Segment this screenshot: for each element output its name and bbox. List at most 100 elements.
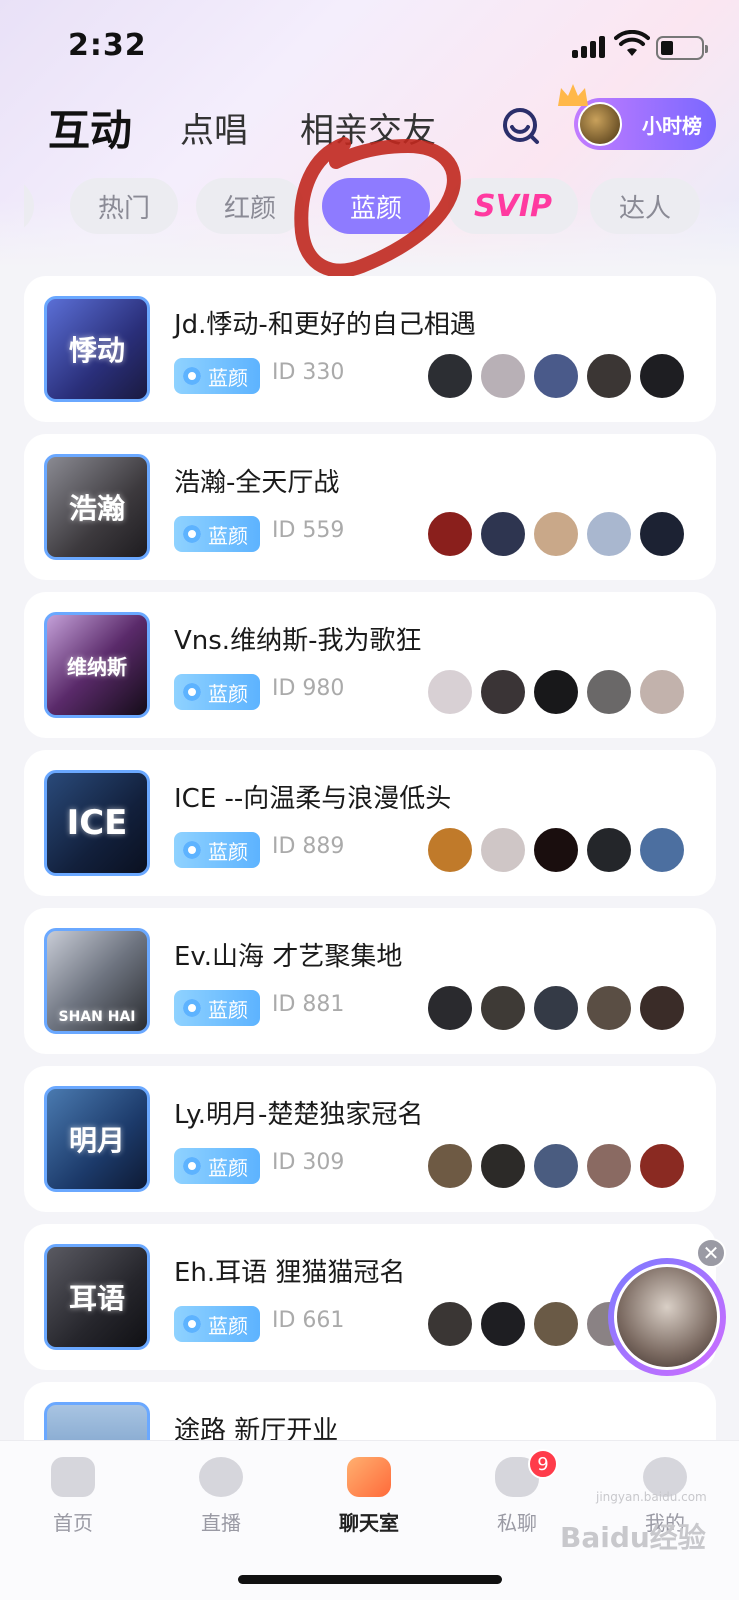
avatar: [479, 510, 527, 558]
avatar: [532, 510, 580, 558]
tab-song-request[interactable]: 点唱: [180, 103, 248, 152]
room-card[interactable]: 浩瀚 浩瀚-全天厅战 蓝颜 ID 559: [24, 434, 716, 580]
room-cover: 悸动: [44, 296, 150, 402]
room-id: ID 309: [272, 1150, 345, 1175]
avatar: [479, 1300, 527, 1348]
room-id: ID 661: [272, 1308, 345, 1333]
room-tag: 蓝颜: [174, 990, 260, 1026]
category-tabs: 热门 红颜 蓝颜 SVIP 达人: [24, 178, 724, 236]
room-tag: 蓝颜: [174, 1148, 260, 1184]
member-avatars: [426, 510, 686, 558]
room-tag: 蓝颜: [174, 1306, 260, 1342]
live-preview[interactable]: [608, 1258, 726, 1376]
avatar: [426, 1300, 474, 1348]
tab-dating[interactable]: 相亲交友: [300, 103, 436, 152]
chatroom-icon: [347, 1457, 391, 1497]
avatar: [638, 826, 686, 874]
hourly-rank-label: 小时榜: [642, 113, 702, 138]
avatar: [638, 1142, 686, 1190]
avatar: [578, 102, 622, 146]
avatar: [479, 1142, 527, 1190]
room-id: ID 889: [272, 834, 345, 859]
nav-messages-label: 私聊: [497, 1511, 537, 1535]
avatar: [479, 984, 527, 1032]
avatar: [426, 984, 474, 1032]
nav-chatroom-label: 聊天室: [339, 1511, 399, 1535]
avatar: [638, 352, 686, 400]
close-icon[interactable]: ✕: [696, 1238, 726, 1268]
avatar: [532, 668, 580, 716]
room-card[interactable]: SHAN HAI Ev.山海 才艺聚集地 蓝颜 ID 881: [24, 908, 716, 1054]
room-cover: 明月: [44, 1086, 150, 1192]
nav-home[interactable]: 首页: [18, 1457, 128, 1547]
category-talent[interactable]: 达人: [590, 178, 700, 234]
room-name: Ev.山海 才艺聚集地: [174, 942, 403, 972]
avatar: [426, 1142, 474, 1190]
category-blue[interactable]: 蓝颜: [322, 178, 430, 234]
home-indicator[interactable]: [238, 1575, 502, 1584]
status-time: 2:32: [68, 28, 147, 63]
room-cover: ICE: [44, 770, 150, 876]
room-card[interactable]: ICE ICE --向温柔与浪漫低头 蓝颜 ID 889: [24, 750, 716, 896]
search-icon[interactable]: [500, 105, 540, 145]
avatar: [532, 352, 580, 400]
avatar: [532, 826, 580, 874]
avatar: [585, 668, 633, 716]
room-tag: 蓝颜: [174, 516, 260, 552]
nav-home-label: 首页: [53, 1511, 93, 1535]
room-cover: 浩瀚: [44, 454, 150, 560]
room-card[interactable]: 维纳斯 Vns.维纳斯-我为歌狂 蓝颜 ID 980: [24, 592, 716, 738]
member-avatars: [426, 352, 686, 400]
tab-interactive[interactable]: 互动: [48, 97, 132, 160]
room-name: Vns.维纳斯-我为歌狂: [174, 626, 422, 656]
hourly-rank-button[interactable]: 小时榜: [558, 84, 716, 150]
avatar: [585, 1142, 633, 1190]
watermark: Baidu经验: [560, 1521, 706, 1554]
room-id: ID 330: [272, 360, 345, 385]
avatar: [585, 826, 633, 874]
avatar: [638, 668, 686, 716]
crown-icon: [558, 84, 588, 106]
member-avatars: [426, 668, 686, 716]
nav-live[interactable]: 直播: [166, 1457, 276, 1547]
room-cover: 耳语: [44, 1244, 150, 1350]
room-name: Eh.耳语 狸猫猫冠名: [174, 1258, 406, 1288]
avatar: [479, 826, 527, 874]
member-avatars: [426, 984, 686, 1032]
category-hot[interactable]: 热门: [70, 178, 178, 234]
avatar: [426, 510, 474, 558]
avatar: [479, 352, 527, 400]
category-chip-partial[interactable]: [24, 178, 34, 234]
room-id: ID 881: [272, 992, 345, 1017]
room-name: Jd.悸动-和更好的自己相遇: [174, 310, 476, 340]
avatar: [479, 668, 527, 716]
category-svip[interactable]: SVIP: [448, 178, 578, 234]
room-id: ID 980: [272, 676, 345, 701]
nav-chatroom[interactable]: 聊天室: [314, 1457, 424, 1547]
nav-live-label: 直播: [201, 1511, 241, 1535]
status-bar: 2:32: [0, 0, 739, 90]
room-card[interactable]: 悸动 Jd.悸动-和更好的自己相遇 蓝颜 ID 330: [24, 276, 716, 422]
room-name: ICE --向温柔与浪漫低头: [174, 784, 452, 814]
home-icon: [51, 1457, 95, 1497]
room-tag: 蓝颜: [174, 674, 260, 710]
room-name: Ly.明月-楚楚独家冠名: [174, 1100, 424, 1130]
unread-badge: 9: [528, 1449, 558, 1479]
cellular-signal-icon: [572, 36, 608, 58]
avatar: [585, 510, 633, 558]
category-red[interactable]: 红颜: [196, 178, 304, 234]
avatar: [585, 984, 633, 1032]
nav-messages[interactable]: 9 私聊: [462, 1449, 572, 1547]
avatar: [585, 352, 633, 400]
avatar: [532, 1142, 580, 1190]
avatar: [426, 826, 474, 874]
wifi-icon: [614, 30, 650, 56]
room-cover: SHAN HAI: [44, 928, 150, 1034]
member-avatars: [426, 826, 686, 874]
avatar: [426, 352, 474, 400]
room-card[interactable]: 明月 Ly.明月-楚楚独家冠名 蓝颜 ID 309: [24, 1066, 716, 1212]
room-name: 浩瀚-全天厅战: [174, 468, 340, 498]
floating-live-window[interactable]: ✕: [602, 1238, 739, 1376]
avatar: [532, 1300, 580, 1348]
room-tag: 蓝颜: [174, 358, 260, 394]
